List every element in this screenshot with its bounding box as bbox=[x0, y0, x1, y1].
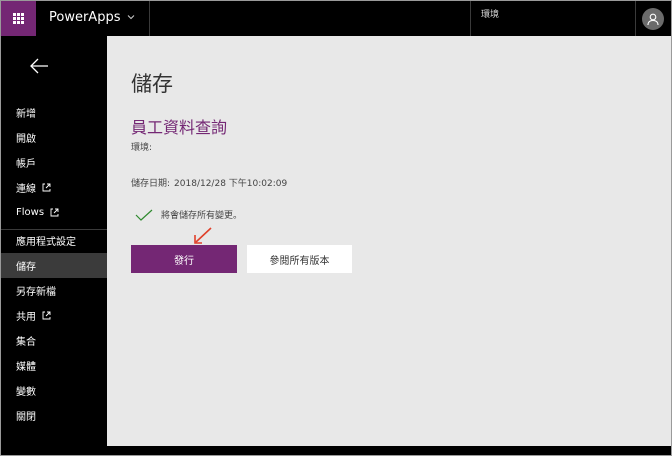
sidebar-item-label: 儲存 bbox=[16, 262, 36, 273]
save-date-label: 儲存日期: bbox=[131, 179, 171, 189]
waffle-icon bbox=[13, 13, 24, 24]
page-title: 儲存 bbox=[131, 72, 173, 96]
status-message: 將會儲存所有變更。 bbox=[161, 211, 243, 221]
see-all-versions-button[interactable]: 參閱所有版本 bbox=[247, 245, 352, 273]
annotation-arrow-icon bbox=[194, 227, 212, 244]
sidebar-item-label: 另存新檔 bbox=[16, 287, 56, 298]
app-launcher-button[interactable] bbox=[1, 1, 36, 36]
divider bbox=[470, 1, 471, 36]
divider bbox=[149, 1, 150, 36]
sidebar-item-new[interactable]: 新增 bbox=[1, 100, 107, 125]
sidebar-item-save-as[interactable]: 另存新檔 bbox=[1, 278, 107, 303]
checkmark-icon bbox=[135, 209, 153, 221]
environment-info: 環境: bbox=[131, 143, 153, 153]
external-link-icon bbox=[42, 311, 51, 320]
sidebar-item-close[interactable]: 關閉 bbox=[1, 403, 107, 428]
sidebar-item-media[interactable]: 媒體 bbox=[1, 353, 107, 378]
app-name[interactable]: PowerApps bbox=[49, 10, 120, 25]
environment-picker[interactable]: 環境 bbox=[481, 7, 499, 20]
sidebar-item-label: 媒體 bbox=[16, 362, 36, 373]
sidebar-item-share[interactable]: 共用 bbox=[1, 303, 107, 328]
sidebar-item-app-settings[interactable]: 應用程式設定 bbox=[1, 228, 107, 253]
user-avatar-icon bbox=[647, 13, 659, 26]
save-date-info: 儲存日期: 2018/12/28 下午10:02:09 bbox=[131, 176, 287, 189]
external-link-icon bbox=[50, 208, 59, 217]
back-arrow-icon[interactable] bbox=[29, 58, 49, 74]
publish-button[interactable]: 發行 bbox=[131, 245, 237, 273]
save-status: 將會儲存所有變更。 bbox=[135, 208, 242, 221]
sidebar-item-collections[interactable]: 集合 bbox=[1, 328, 107, 353]
external-link-icon bbox=[42, 183, 51, 192]
save-panel: 儲存 員工資料查詢 環境: 儲存日期: 2018/12/28 下午10:02:09… bbox=[107, 36, 671, 446]
app-title: 員工資料查詢 bbox=[131, 118, 228, 137]
sidebar-item-open[interactable]: 開啟 bbox=[1, 125, 107, 150]
save-date-value: 2018/12/28 下午10:02:09 bbox=[174, 179, 288, 189]
top-bar: PowerApps 環境 bbox=[1, 1, 671, 36]
sidebar-item-label: 關閉 bbox=[16, 412, 36, 423]
file-menu-sidebar: 新增 開啟 帳戶 連線 Flows 應用程式設定 儲存 另存新檔 共用 集合 媒… bbox=[1, 36, 107, 446]
user-avatar-button[interactable] bbox=[642, 8, 664, 30]
sidebar-item-label: 變數 bbox=[16, 387, 36, 398]
sidebar-item-save[interactable]: 儲存 bbox=[1, 253, 107, 278]
sidebar-item-label: 共用 bbox=[16, 312, 36, 323]
chevron-down-icon[interactable] bbox=[126, 12, 136, 22]
sidebar-item-account[interactable]: 帳戶 bbox=[1, 150, 107, 175]
bottom-edge bbox=[1, 446, 671, 455]
sidebar-item-label: 新增 bbox=[16, 109, 36, 120]
sidebar-item-label: 應用程式設定 bbox=[16, 237, 76, 248]
divider bbox=[635, 1, 636, 36]
sidebar-item-label: 集合 bbox=[16, 337, 36, 348]
sidebar-item-variables[interactable]: 變數 bbox=[1, 378, 107, 403]
sidebar-item-label: Flows bbox=[16, 207, 45, 218]
sidebar-item-label: 帳戶 bbox=[16, 159, 36, 170]
sidebar-item-label: 連線 bbox=[16, 184, 36, 195]
sidebar-item-flows[interactable]: Flows bbox=[1, 200, 107, 225]
sidebar-item-label: 開啟 bbox=[16, 134, 36, 145]
sidebar-item-connections[interactable]: 連線 bbox=[1, 175, 107, 200]
powerapps-window: PowerApps 環境 新增 開啟 帳戶 連線 Flows 應用程式設定 儲存… bbox=[0, 0, 672, 456]
